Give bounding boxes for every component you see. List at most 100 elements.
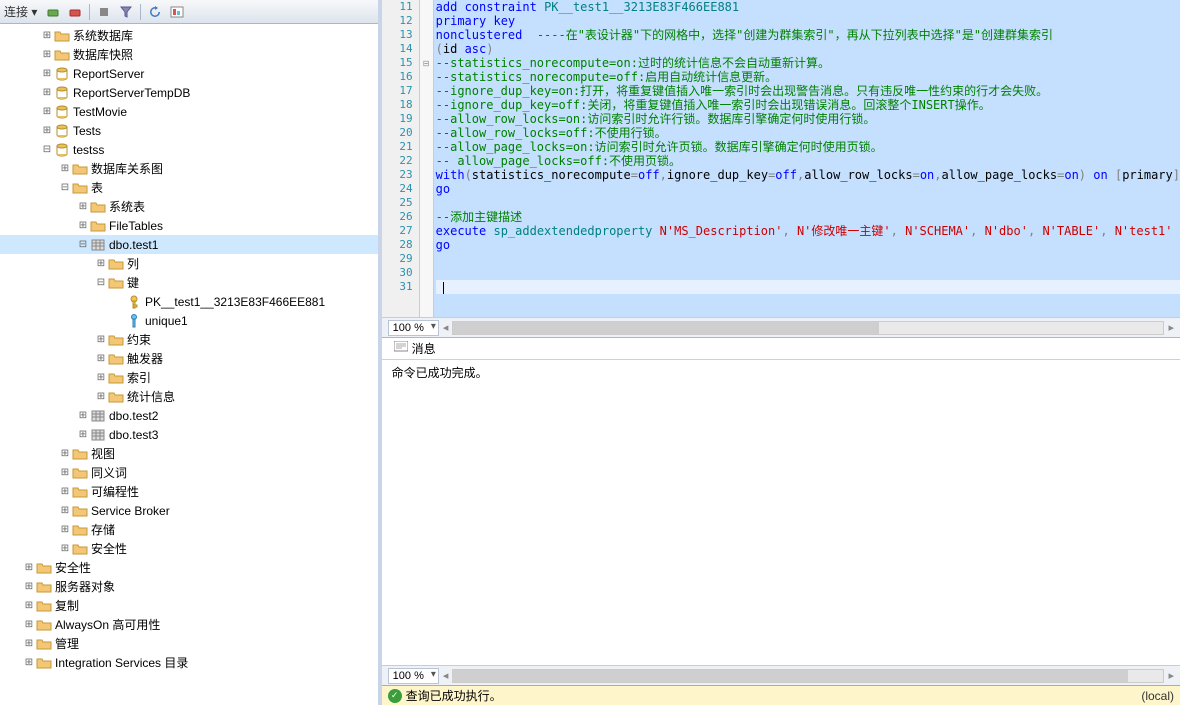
expander-icon[interactable]: ⊞: [40, 67, 54, 81]
tree-view[interactable]: ⊞ 系统数据库⊞数据库快照⊞ReportServer⊞ReportServerTe…: [0, 24, 378, 705]
code-editor[interactable]: 1112131415161718192021222324252627282930…: [382, 0, 1180, 317]
expander-icon[interactable]: ⊞: [76, 428, 90, 442]
expander-icon[interactable]: ⊞: [40, 86, 54, 100]
disconnect-icon[interactable]: [65, 3, 85, 21]
tree-item[interactable]: ⊞ReportServerTempDB: [0, 83, 378, 102]
expander-icon[interactable]: ⊞: [40, 29, 54, 43]
code-lines[interactable]: add constraint PK__test1__3213E83F466EE8…: [434, 0, 1180, 317]
tree-label: testss: [73, 143, 104, 157]
tree-item[interactable]: ⊞安全性: [0, 558, 378, 577]
expander-icon[interactable]: ⊞: [22, 656, 36, 670]
expander-icon[interactable]: ⊞: [94, 257, 108, 271]
horizontal-scrollbar[interactable]: [452, 321, 1164, 335]
zoom-dropdown[interactable]: 100 %: [388, 320, 439, 336]
tree-label: dbo.test2: [109, 409, 158, 423]
tree-item[interactable]: ⊟ testss: [0, 140, 378, 159]
db-icon: [54, 66, 70, 82]
tree-item[interactable]: ⊟ dbo.test1: [0, 235, 378, 254]
folder-icon: [36, 636, 52, 652]
tree-item[interactable]: ⊞ AlwaysOn 高可用性: [0, 615, 378, 634]
expander-icon[interactable]: ⊟: [58, 181, 72, 195]
expander-icon[interactable]: ⊞: [94, 333, 108, 347]
chevron-right-icon[interactable]: ▸: [1168, 321, 1174, 334]
zoom-dropdown[interactable]: 100 %: [388, 668, 439, 684]
tree-item[interactable]: ⊞服务器对象: [0, 577, 378, 596]
folder-icon: [54, 47, 70, 63]
tree-label: 系统数据库: [73, 27, 133, 44]
tree-item[interactable]: ⊞FileTables: [0, 216, 378, 235]
tree-item[interactable]: ⊞安全性: [0, 539, 378, 558]
connect-dropdown[interactable]: 连接 ▾: [4, 3, 37, 20]
expander-icon[interactable]: ⊞: [58, 447, 72, 461]
expander-icon[interactable]: ⊞: [94, 352, 108, 366]
tree-item[interactable]: ⊞视图: [0, 444, 378, 463]
expander-icon[interactable]: ⊞: [76, 409, 90, 423]
connect-icon[interactable]: [43, 3, 63, 21]
filter-icon[interactable]: [116, 3, 136, 21]
tree-item[interactable]: PK__test1__3213E83F466EE881: [0, 292, 378, 311]
tree-item[interactable]: ⊞ 统计信息: [0, 387, 378, 406]
chevron-left-icon[interactable]: ◂: [443, 669, 449, 682]
tree-item[interactable]: ⊞dbo.test3: [0, 425, 378, 444]
expander-icon[interactable]: ⊞: [58, 504, 72, 518]
tree-label: 管理: [55, 635, 79, 652]
tree-item[interactable]: ⊞触发器: [0, 349, 378, 368]
expander-icon[interactable]: ⊞: [58, 466, 72, 480]
expander-icon[interactable]: ⊟: [40, 143, 54, 157]
expander-icon[interactable]: ⊞: [58, 542, 72, 556]
expander-icon[interactable]: ⊞: [22, 599, 36, 613]
report-icon[interactable]: [167, 3, 187, 21]
tree-item[interactable]: ⊞Tests: [0, 121, 378, 140]
tree-item[interactable]: ⊞同义词: [0, 463, 378, 482]
tab-label: 消息: [412, 340, 436, 357]
expander-icon[interactable]: ⊟: [76, 238, 90, 252]
expander-icon[interactable]: ⊞: [58, 485, 72, 499]
expander-icon[interactable]: ⊞: [94, 371, 108, 385]
chevron-left-icon[interactable]: ◂: [443, 321, 449, 334]
stop-icon[interactable]: [94, 3, 114, 21]
expander-icon[interactable]: ⊟: [94, 276, 108, 290]
expander-icon[interactable]: ⊞: [76, 200, 90, 214]
chevron-right-icon[interactable]: ▸: [1168, 669, 1174, 682]
expander-icon[interactable]: ⊞: [76, 219, 90, 233]
tree-item[interactable]: ⊞存储: [0, 520, 378, 539]
tree-item[interactable]: unique1: [0, 311, 378, 330]
tree-item[interactable]: ⊞Service Broker: [0, 501, 378, 520]
tree-item[interactable]: ⊞Integration Services 目录: [0, 653, 378, 672]
tree-item[interactable]: ⊞复制: [0, 596, 378, 615]
tree-label: dbo.test1: [109, 238, 158, 252]
table-icon: [90, 427, 106, 443]
tree-item[interactable]: ⊟键: [0, 273, 378, 292]
tree-item[interactable]: ⊞可编程性: [0, 482, 378, 501]
tree-label: 统计信息: [127, 388, 175, 405]
fold-gutter[interactable]: ⊟: [420, 0, 434, 317]
expander-icon[interactable]: ⊞: [58, 523, 72, 537]
tree-item[interactable]: ⊞ReportServer: [0, 64, 378, 83]
expander-icon[interactable]: ⊞: [40, 105, 54, 119]
tree-item[interactable]: ⊞数据库快照: [0, 45, 378, 64]
tree-item[interactable]: ⊞数据库关系图: [0, 159, 378, 178]
tree-item[interactable]: ⊞TestMovie: [0, 102, 378, 121]
tree-item[interactable]: ⊞ 管理: [0, 634, 378, 653]
expander-icon[interactable]: ⊞: [40, 124, 54, 138]
tree-item[interactable]: ⊞ dbo.test2: [0, 406, 378, 425]
tree-item[interactable]: ⊞约束: [0, 330, 378, 349]
expander-icon[interactable]: ⊞: [22, 580, 36, 594]
tab-messages[interactable]: 消息: [388, 338, 442, 359]
expander-icon[interactable]: ⊞: [22, 561, 36, 575]
tree-item[interactable]: ⊞ 系统数据库: [0, 26, 378, 45]
expander-icon[interactable]: ⊞: [22, 637, 36, 651]
expander-icon[interactable]: ⊞: [22, 618, 36, 632]
status-bar: ✓ 查询已成功执行。 (local): [382, 685, 1180, 705]
table-icon: [90, 408, 106, 424]
tree-item[interactable]: ⊞列: [0, 254, 378, 273]
expander-icon[interactable]: ⊞: [94, 390, 108, 404]
horizontal-scrollbar[interactable]: [452, 669, 1164, 683]
expander-icon[interactable]: ⊞: [58, 162, 72, 176]
expander-icon[interactable]: ⊞: [40, 48, 54, 62]
tree-item[interactable]: ⊞系统表: [0, 197, 378, 216]
tree-item[interactable]: ⊟表: [0, 178, 378, 197]
tree-label: AlwaysOn 高可用性: [55, 616, 160, 633]
refresh-icon[interactable]: [145, 3, 165, 21]
tree-item[interactable]: ⊞索引: [0, 368, 378, 387]
